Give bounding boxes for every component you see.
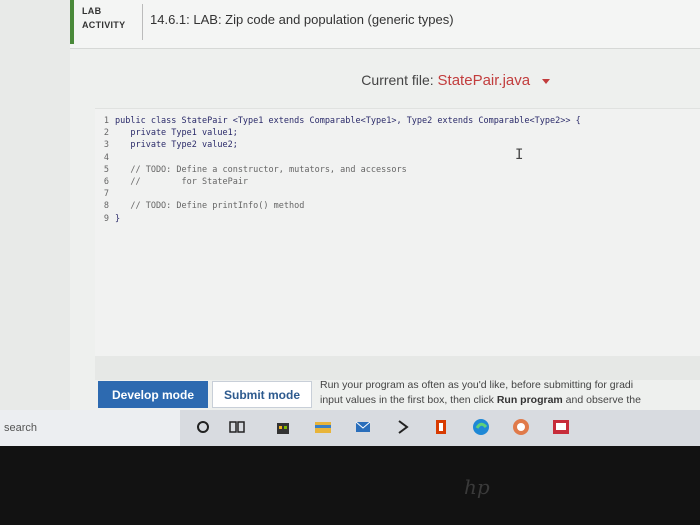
- run-instructions: Run your program as often as you'd like,…: [320, 378, 700, 408]
- line-number: 9: [103, 213, 109, 224]
- code-text: // TODO: Define a constructor, mutators,…: [115, 164, 407, 175]
- code-line[interactable]: 9}: [95, 213, 581, 225]
- dropbox-icon[interactable]: [394, 418, 412, 436]
- code-text: // TODO: Define printInfo() method: [115, 201, 305, 212]
- code-line[interactable]: 5 // TODO: Define a constructor, mutator…: [95, 164, 581, 176]
- code-line[interactable]: 6 // for StatePair: [95, 176, 581, 188]
- current-file-name: StatePair.java: [437, 72, 531, 89]
- store-icon[interactable]: [274, 418, 292, 436]
- left-gutter: [0, 0, 70, 410]
- lab-activity-badge: LAB ACTIVITY: [70, 0, 143, 44]
- hp-logo: hp: [464, 475, 490, 499]
- develop-mode-button[interactable]: Develop mode: [98, 381, 208, 408]
- lab-title: 14.6.1: LAB: Zip code and population (ge…: [150, 12, 454, 27]
- search-placeholder: search: [4, 422, 38, 434]
- edge-icon[interactable]: [472, 418, 490, 436]
- code-line[interactable]: 3 private Type2 value2;: [95, 139, 581, 151]
- run-instructions-line2: input values in the first box, then clic…: [320, 393, 700, 408]
- submit-mode-button[interactable]: Submit mode: [212, 381, 312, 408]
- code-line[interactable]: 4: [95, 152, 581, 164]
- news-icon[interactable]: [552, 418, 570, 436]
- code-line[interactable]: 8 // TODO: Define printInfo() method: [95, 200, 581, 212]
- code-line[interactable]: 2 private Type1 value1;: [95, 127, 581, 139]
- task-view-icon[interactable]: [228, 418, 246, 436]
- skype-icon[interactable]: [512, 418, 530, 436]
- line-number: 3: [103, 140, 109, 151]
- run-instructions-tail: and observe the: [562, 394, 641, 406]
- code-line[interactable]: 1 public class StatePair <Type1 extends C…: [95, 115, 581, 127]
- code-text: }: [115, 213, 121, 224]
- editor-footer: [95, 356, 700, 380]
- windows-taskbar: search: [0, 410, 700, 446]
- run-program-ref: Run program: [496, 394, 563, 406]
- run-instructions-line1: Run your program as often as you'd like,…: [320, 379, 634, 391]
- line-number: 4: [103, 152, 109, 163]
- code-text: private Type2 value2;: [115, 140, 238, 151]
- cortana-icon[interactable]: [194, 418, 212, 436]
- file-explorer-icon[interactable]: [314, 418, 332, 436]
- lab-header: LAB ACTIVITY 14.6.1: LAB: Zip code and p…: [70, 0, 700, 49]
- badge-line2: ACTIVITY: [82, 20, 126, 30]
- office-icon[interactable]: [432, 418, 450, 436]
- code-line[interactable]: 7: [95, 188, 581, 200]
- line-number: 6: [103, 176, 109, 187]
- code-text: // for StatePair: [115, 176, 249, 187]
- taskbar-search[interactable]: search: [0, 410, 180, 446]
- code-text: public class StatePair <Type1 extends Co…: [115, 116, 581, 126]
- line-number: 1: [103, 116, 109, 126]
- badge-line1: LAB: [82, 6, 102, 16]
- mail-icon[interactable]: [354, 418, 372, 436]
- code-text: private Type1 value1;: [115, 128, 238, 139]
- run-instructions-text: input values in the first box, then clic…: [320, 394, 497, 406]
- text-cursor-icon: I: [515, 147, 524, 163]
- laptop-bezel: [0, 446, 700, 525]
- line-number: 2: [103, 128, 109, 139]
- current-file-label: Current file:: [361, 72, 434, 88]
- line-number: 8: [103, 201, 109, 212]
- code-editor[interactable]: 1 public class StatePair <Type1 extends C…: [95, 108, 700, 357]
- current-file-dropdown[interactable]: Current file: StatePair.java: [361, 72, 550, 89]
- line-number: 5: [103, 164, 109, 175]
- chevron-down-icon: [542, 78, 550, 84]
- browser-viewport: LAB ACTIVITY 14.6.1: LAB: Zip code and p…: [0, 0, 700, 410]
- line-number: 7: [103, 189, 109, 200]
- code-area[interactable]: 1 public class StatePair <Type1 extends C…: [95, 115, 581, 225]
